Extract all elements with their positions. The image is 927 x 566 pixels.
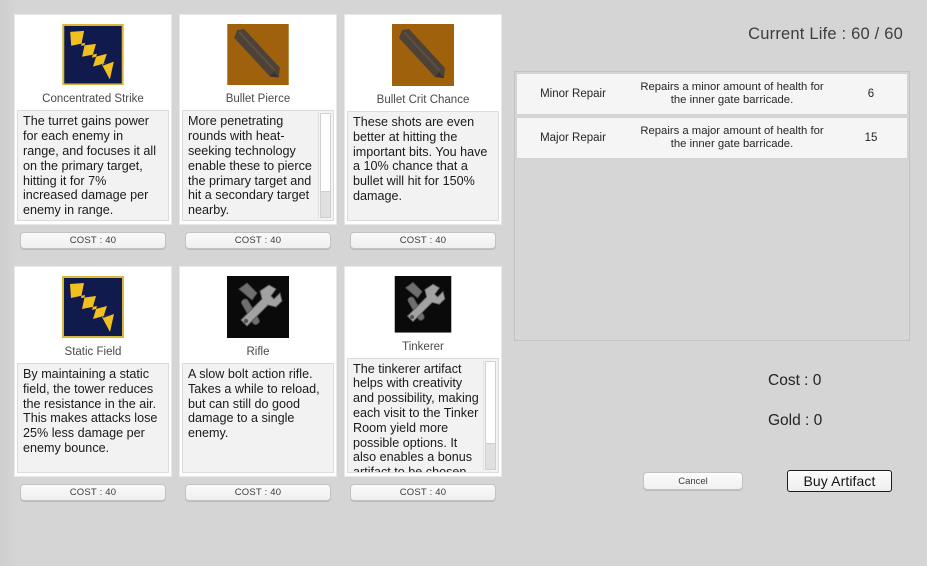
artifact-title: Concentrated Strike: [42, 92, 144, 106]
bullet-icon: [227, 24, 289, 85]
artifact-cell: Bullet Crit Chance These shots are even b…: [344, 14, 504, 254]
gold-value-label: Gold : 0: [768, 412, 822, 430]
cost-value-label: Cost : 0: [768, 372, 821, 390]
artifact-card[interactable]: Static Field By maintaining a static fiel…: [14, 266, 172, 477]
scrollbar-track-lower[interactable]: [485, 443, 496, 470]
hammer-wrench-icon: [227, 276, 289, 338]
description-scrollbar[interactable]: [318, 112, 332, 219]
hammer-wrench-icon: [392, 276, 454, 333]
description-scrollbar[interactable]: [483, 360, 497, 471]
artifact-cell: Static Field By maintaining a static fiel…: [14, 266, 174, 506]
repair-name: Minor Repair: [517, 74, 629, 114]
artifact-description: More penetrating rounds with heat-seekin…: [183, 111, 320, 221]
artifact-title: Rifle: [246, 345, 269, 359]
artifact-description: The turret gains power for each enemy in…: [18, 111, 168, 221]
artifact-description-box: By maintaining a static field, the tower…: [17, 363, 169, 473]
current-life-label: Current Life : 60 / 60: [748, 25, 903, 44]
artifact-shop-screen: Concentrated Strike The turret gains powe…: [0, 0, 927, 566]
artifact-description: These shots are even better at hitting t…: [348, 112, 498, 207]
repair-quantity: 6: [835, 74, 907, 114]
artifact-cell: Rifle A slow bolt action rifle. Takes a w…: [179, 266, 339, 506]
artifact-cost-button[interactable]: COST : 40: [350, 484, 496, 501]
artifact-card[interactable]: Bullet Pierce More penetrating rounds wit…: [179, 14, 337, 225]
bullet-icon: [392, 24, 454, 86]
artifact-cell: Bullet Pierce More penetrating rounds wit…: [179, 14, 339, 254]
artifact-description-box: A slow bolt action rifle. Takes a while …: [182, 363, 334, 473]
lightning-bolt-icon: [62, 276, 124, 338]
artifact-cost-button[interactable]: COST : 40: [20, 232, 166, 249]
repair-quantity: 15: [835, 118, 907, 158]
artifact-card[interactable]: Concentrated Strike The turret gains powe…: [14, 14, 172, 225]
artifact-description-box: The tinkerer artifact helps with creativ…: [347, 358, 499, 473]
artifact-description: A slow bolt action rifle. Takes a while …: [183, 364, 333, 444]
artifact-title: Static Field: [65, 345, 122, 359]
repair-row[interactable]: Major RepairRepairs a major amount of he…: [516, 117, 908, 159]
artifact-description: The tinkerer artifact helps with creativ…: [348, 359, 485, 473]
artifact-card[interactable]: Tinkerer The tinkerer artifact helps with…: [344, 266, 502, 477]
repair-name: Major Repair: [517, 118, 629, 158]
artifact-description: By maintaining a static field, the tower…: [18, 364, 168, 459]
lightning-bolt-icon: [62, 24, 124, 85]
artifact-description-box: These shots are even better at hitting t…: [347, 111, 499, 221]
artifact-cost-button[interactable]: COST : 40: [185, 232, 331, 249]
artifact-cell: Concentrated Strike The turret gains powe…: [14, 14, 174, 254]
artifact-title: Bullet Crit Chance: [377, 93, 470, 107]
artifact-title: Tinkerer: [402, 340, 444, 354]
artifact-card[interactable]: Bullet Crit Chance These shots are even b…: [344, 14, 502, 225]
artifact-grid: Concentrated Strike The turret gains powe…: [14, 14, 514, 530]
repair-row[interactable]: Minor RepairRepairs a minor amount of he…: [516, 73, 908, 115]
artifact-description-box: More penetrating rounds with heat-seekin…: [182, 110, 334, 221]
cancel-button[interactable]: Cancel: [643, 472, 743, 490]
artifact-title: Bullet Pierce: [226, 92, 291, 106]
buy-artifact-button[interactable]: Buy Artifact: [787, 470, 892, 492]
artifact-cost-button[interactable]: COST : 40: [185, 484, 331, 501]
artifact-cell: Tinkerer The tinkerer artifact helps with…: [344, 266, 504, 506]
repair-description: Repairs a major amount of health for the…: [629, 118, 835, 158]
artifact-card[interactable]: Rifle A slow bolt action rifle. Takes a w…: [179, 266, 337, 477]
artifact-description-box: The turret gains power for each enemy in…: [17, 110, 169, 221]
artifact-cost-button[interactable]: COST : 40: [20, 484, 166, 501]
artifact-cost-button[interactable]: COST : 40: [350, 232, 496, 249]
repair-description: Repairs a minor amount of health for the…: [629, 74, 835, 114]
scrollbar-track-lower[interactable]: [320, 191, 331, 218]
repair-list-panel[interactable]: Minor RepairRepairs a minor amount of he…: [514, 71, 910, 341]
